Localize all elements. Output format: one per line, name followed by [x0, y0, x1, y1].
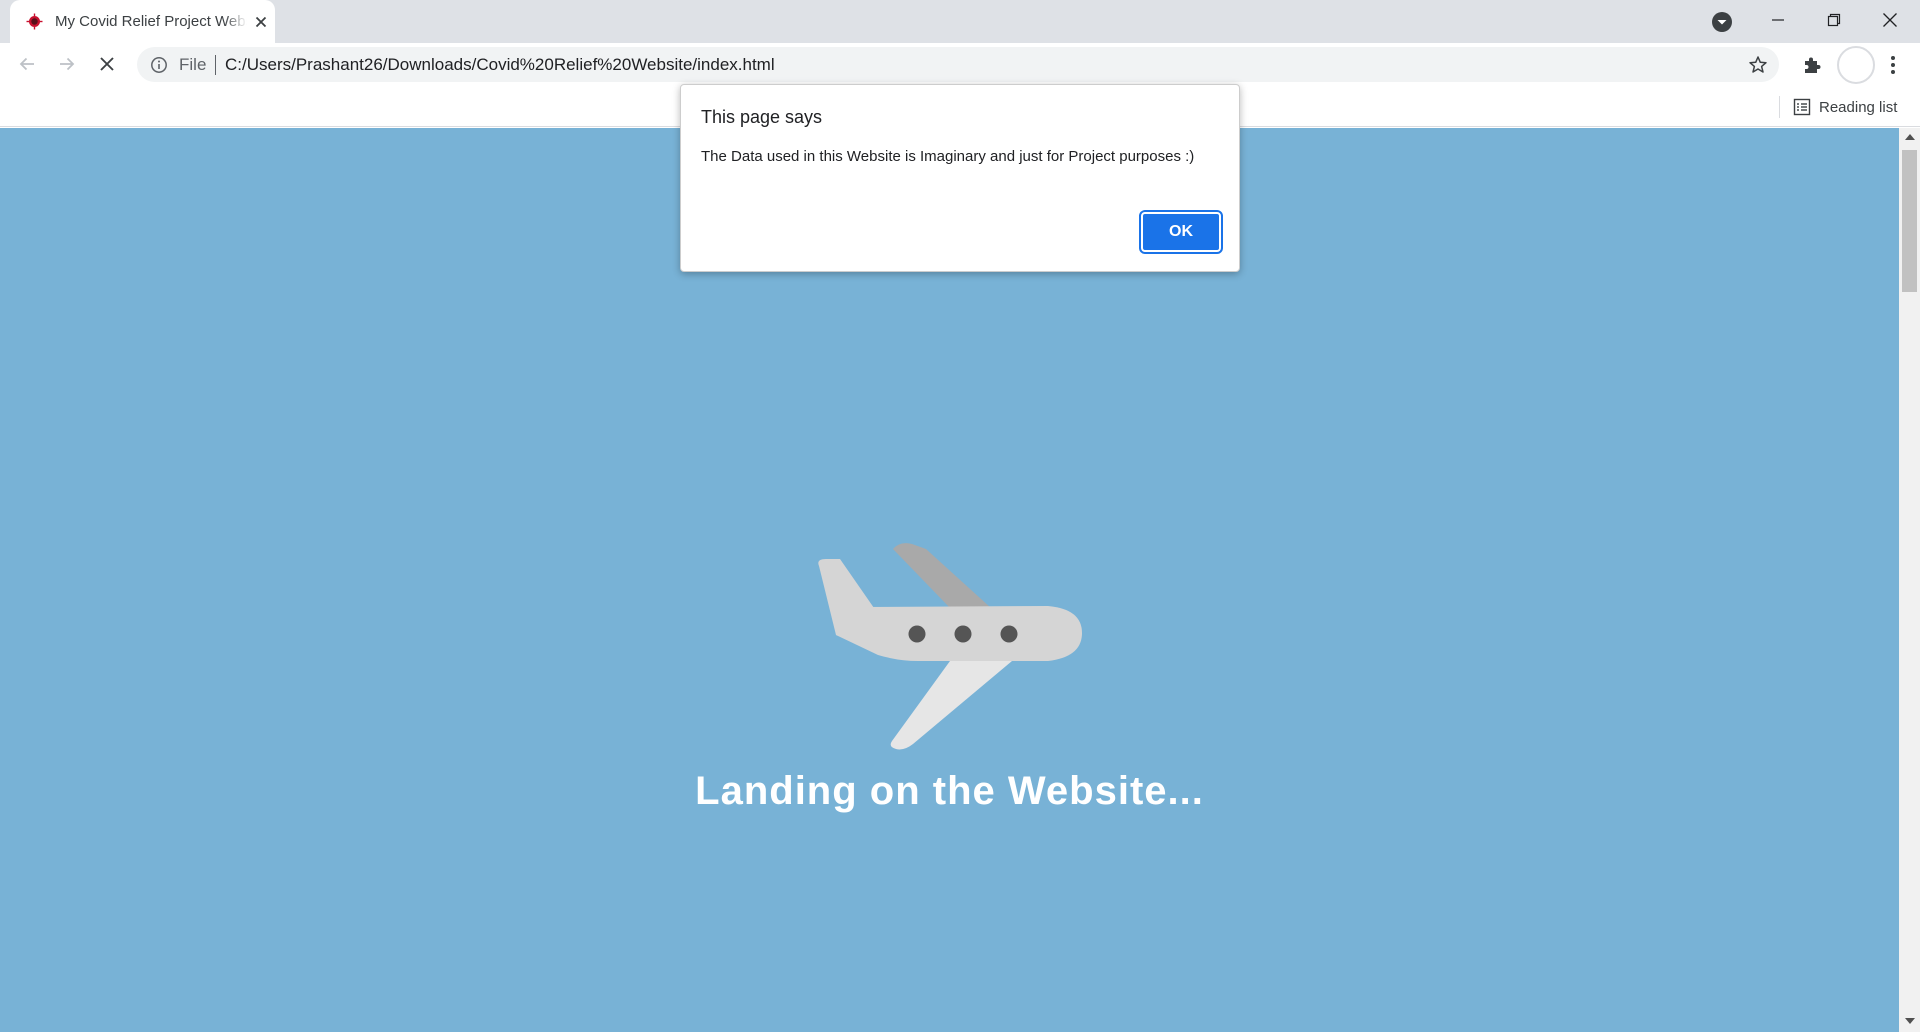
dialog-title: This page says [701, 107, 823, 127]
restore-icon [1827, 13, 1841, 27]
ok-button[interactable]: OK [1139, 210, 1223, 254]
kebab-menu-icon[interactable] [1885, 52, 1901, 78]
close-window-button[interactable] [1862, 0, 1918, 40]
tab-search-icon[interactable] [1710, 10, 1734, 34]
tab-title: My Covid Relief Project Website [55, 13, 247, 30]
profile-avatar-icon[interactable] [1837, 46, 1875, 84]
puzzle-icon[interactable] [1800, 53, 1824, 77]
info-icon[interactable] [150, 56, 168, 74]
airplane-icon [818, 543, 1082, 750]
dialog-message: The Data used in this Website is Imagina… [701, 148, 1195, 165]
forward-button[interactable] [53, 50, 81, 78]
scroll-down-arrow-icon[interactable] [1905, 1018, 1915, 1024]
browser-tab[interactable]: My Covid Relief Project Website [10, 0, 275, 43]
vertical-scrollbar[interactable] [1899, 128, 1920, 1032]
browser-toolbar: File C:/Users/Prashant26/Downloads/Covid… [0, 43, 1920, 86]
loading-message: Landing on the Website... [695, 769, 1204, 813]
covid-virus-icon [26, 13, 43, 30]
back-button[interactable] [13, 50, 41, 78]
scrollbar-thumb[interactable] [1902, 150, 1917, 292]
address-bar[interactable]: File C:/Users/Prashant26/Downloads/Covid… [137, 47, 1779, 82]
stop-button[interactable] [93, 50, 121, 78]
back-arrow-icon [19, 57, 34, 71]
minimize-icon [1772, 19, 1784, 21]
reading-list-label: Reading list [1819, 98, 1898, 116]
minimize-button[interactable] [1750, 0, 1806, 40]
url-separator [215, 55, 216, 75]
close-icon [1883, 13, 1897, 27]
bookmark-star-icon[interactable] [1748, 55, 1768, 75]
close-icon[interactable] [251, 12, 271, 32]
stop-loading-icon [100, 57, 114, 71]
url-text[interactable]: C:/Users/Prashant26/Downloads/Covid%20Re… [225, 55, 775, 75]
tab-strip: My Covid Relief Project Website [0, 0, 1920, 43]
reading-list-icon [1793, 98, 1811, 116]
restore-button[interactable] [1806, 0, 1862, 40]
url-scheme-label: File [179, 55, 207, 74]
reading-list-button[interactable]: Reading list [1793, 94, 1897, 120]
forward-arrow-icon [60, 57, 75, 71]
scroll-up-arrow-icon[interactable] [1905, 134, 1915, 140]
bookmarks-divider [1779, 96, 1780, 118]
alert-dialog: This page says The Data used in this Web… [680, 84, 1240, 272]
